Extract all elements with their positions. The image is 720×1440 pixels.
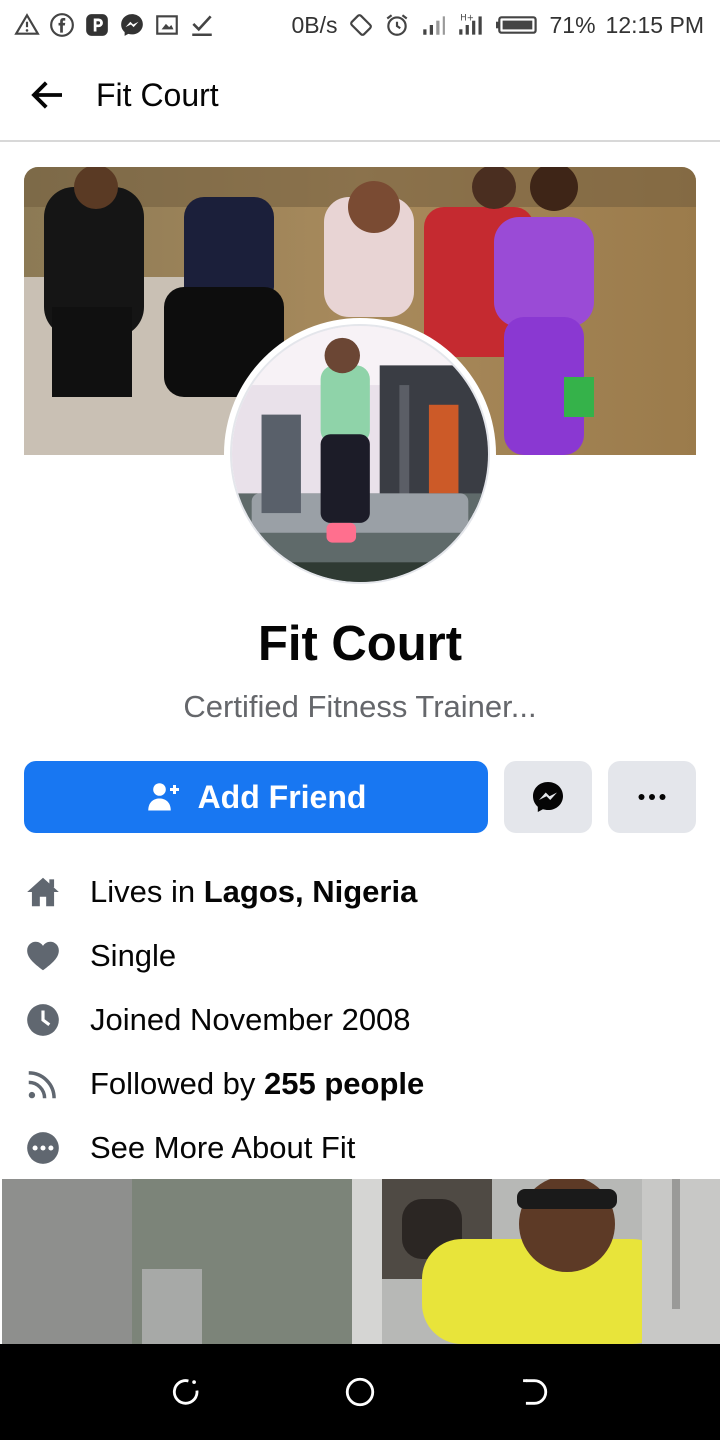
intro-details: Lives in Lagos, Nigeria Single Joined No… — [24, 860, 696, 1180]
profile-bio: Certified Fitness Trainer... — [183, 689, 537, 724]
followers-count[interactable]: 255 people — [264, 1066, 424, 1101]
home-icon — [27, 877, 59, 907]
net-speed: 0B/s — [291, 11, 338, 38]
alarm-icon — [386, 14, 407, 36]
heart-icon — [27, 941, 59, 971]
avatar — [230, 324, 490, 584]
rss-icon — [28, 1071, 56, 1099]
page-title: Fit Court — [96, 76, 219, 113]
signal-icon — [422, 16, 445, 35]
system-nav-bar — [0, 1344, 720, 1440]
alert-triangle-icon — [14, 13, 40, 35]
screenshot-icon — [156, 15, 178, 35]
home-circle-icon[interactable] — [343, 1375, 377, 1409]
svg-text:H+: H+ — [460, 14, 474, 24]
messenger-icon — [533, 782, 563, 812]
p-app-icon — [86, 14, 108, 36]
arrow-left-icon — [31, 81, 62, 109]
more-options-button[interactable] — [608, 761, 696, 833]
rotate-icon — [349, 14, 372, 36]
info-see-more[interactable]: See More About Fit — [24, 1116, 696, 1180]
person-add-icon — [147, 783, 179, 811]
battery-icon — [495, 16, 537, 34]
messenger-icon — [121, 14, 143, 36]
featured-photo[interactable] — [2, 1179, 720, 1344]
info-joined: Joined November 2008 — [24, 988, 696, 1052]
clock-icon — [27, 1004, 59, 1036]
back-nav-icon[interactable] — [516, 1375, 550, 1409]
notification-icons — [14, 12, 215, 38]
more-dots-icon — [638, 794, 666, 800]
battery-percent: 71% — [549, 11, 596, 38]
joined-date: Joined November 2008 — [90, 1002, 411, 1037]
add-friend-button[interactable]: Add Friend — [24, 761, 488, 833]
back-button[interactable] — [0, 49, 96, 141]
add-friend-label: Add Friend — [197, 778, 367, 815]
relationship-status: Single — [90, 938, 177, 973]
followed-prefix: Followed by — [90, 1066, 265, 1101]
profile-actions: Add Friend — [24, 761, 696, 833]
check-icon — [192, 15, 212, 37]
info-relationship: Single — [24, 924, 696, 988]
signal-h-icon: H+ — [458, 14, 482, 35]
facebook-icon — [50, 13, 74, 37]
lives-prefix: Lives in — [90, 874, 204, 909]
info-lives-in: Lives in Lagos, Nigeria — [24, 860, 696, 924]
message-button[interactable] — [504, 761, 592, 833]
more-circle-icon — [27, 1132, 59, 1164]
profile-name: Fit Court — [257, 617, 463, 671]
lives-place[interactable]: Lagos, Nigeria — [204, 874, 418, 909]
clock: 12:15 PM — [605, 11, 704, 38]
app-header: Fit Court — [0, 50, 720, 142]
status-bar: 0B/s H+ 71% 12:15 PM — [0, 0, 720, 50]
info-followers: Followed by 255 people — [24, 1052, 696, 1116]
recent-apps-icon[interactable] — [170, 1375, 204, 1409]
profile-picture[interactable] — [224, 318, 496, 590]
see-more-about: See More About Fit — [90, 1130, 356, 1165]
system-status: 0B/s H+ 71% 12:15 PM — [291, 12, 704, 39]
